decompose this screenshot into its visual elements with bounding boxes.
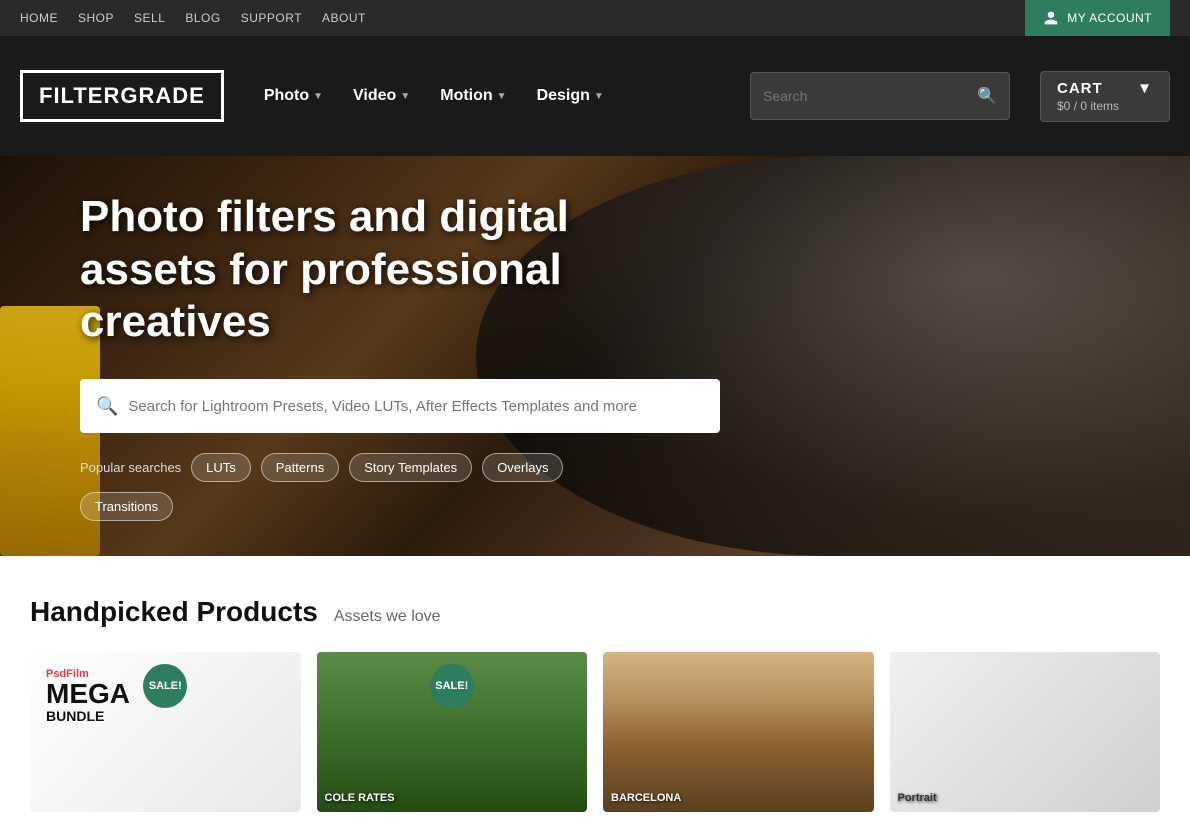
header: FILTERGRADE Photo ▼ Video ▼ Motion ▼ Des…: [0, 36, 1190, 156]
tag-luts[interactable]: LUTs: [191, 453, 251, 482]
product-card-3[interactable]: BARCELONA: [603, 652, 874, 812]
products-header: Handpicked Products Assets we love: [30, 596, 1160, 628]
cart-price: $0: [1057, 99, 1070, 113]
products-subtitle: Assets we love: [334, 608, 441, 626]
top-nav: HOME SHOP SELL BLOG SUPPORT ABOUT: [20, 11, 366, 25]
cart-top: CART ▼: [1057, 80, 1153, 97]
nav-motion[interactable]: Motion ▼: [430, 79, 516, 113]
cart-box[interactable]: CART ▼ $0 / 0 items: [1040, 71, 1170, 122]
hero-search-input[interactable]: [128, 398, 704, 415]
product-card-4[interactable]: Portrait: [890, 652, 1161, 812]
nav-support[interactable]: SUPPORT: [241, 11, 302, 25]
main-nav: Photo ▼ Video ▼ Motion ▼ Design ▼: [254, 79, 720, 113]
hero-section: Photo filters and digital assets for pro…: [0, 156, 1190, 556]
cart-label: CART: [1057, 80, 1103, 97]
nav-photo[interactable]: Photo ▼: [254, 79, 333, 113]
user-icon: [1043, 10, 1059, 26]
card-3-label: BARCELONA: [611, 792, 681, 804]
logo-box[interactable]: FILTERGRADE: [20, 70, 224, 122]
chevron-down-icon: ▼: [313, 91, 323, 102]
tag-story-templates[interactable]: Story Templates: [349, 453, 472, 482]
sale-badge-1: SALE!: [143, 664, 187, 708]
nav-sell[interactable]: SELL: [134, 11, 165, 25]
popular-label: Popular searches: [80, 460, 181, 475]
nav-design[interactable]: Design ▼: [527, 79, 614, 113]
cart-chevron: ▼: [1137, 80, 1153, 97]
tag-patterns[interactable]: Patterns: [261, 453, 339, 482]
popular-searches: Popular searches LUTs Patterns Story Tem…: [80, 453, 620, 521]
nav-about[interactable]: ABOUT: [322, 11, 366, 25]
header-search-input[interactable]: [763, 88, 977, 104]
product-card-1[interactable]: SALE! PsdFilm MEGA BUNDLE: [30, 652, 301, 812]
tag-transitions[interactable]: Transitions: [80, 492, 173, 521]
hero-content: Photo filters and digital assets for pro…: [0, 156, 700, 556]
card-4-label: Portrait: [898, 792, 937, 804]
bundle-text: BUNDLE: [46, 708, 285, 724]
header-search-bar[interactable]: 🔍: [750, 72, 1010, 120]
card-2-label: COLE RATES: [325, 792, 395, 804]
products-title: Handpicked Products: [30, 596, 318, 628]
chevron-down-icon: ▼: [497, 91, 507, 102]
hero-title: Photo filters and digital assets for pro…: [80, 191, 620, 349]
logo: FILTERGRADE: [39, 83, 205, 109]
nav-blog[interactable]: BLOG: [185, 11, 220, 25]
products-section: Handpicked Products Assets we love SALE!…: [0, 556, 1190, 832]
cart-bottom: $0 / 0 items: [1057, 99, 1153, 113]
hero-search-bar[interactable]: 🔍: [80, 379, 720, 433]
header-search-button[interactable]: 🔍: [977, 86, 997, 106]
chevron-down-icon: ▼: [594, 91, 604, 102]
products-grid: SALE! PsdFilm MEGA BUNDLE SALE! COLE RAT…: [30, 652, 1160, 812]
chevron-down-icon: ▼: [400, 91, 410, 102]
nav-video[interactable]: Video ▼: [343, 79, 420, 113]
my-account-label: MY ACCOUNT: [1067, 11, 1152, 25]
sale-badge-2: SALE!: [430, 664, 474, 708]
nav-home[interactable]: HOME: [20, 11, 58, 25]
my-account-button[interactable]: MY ACCOUNT: [1025, 0, 1170, 36]
cart-items: / 0 items: [1074, 99, 1119, 113]
top-bar: HOME SHOP SELL BLOG SUPPORT ABOUT MY ACC…: [0, 0, 1190, 36]
tag-overlays[interactable]: Overlays: [482, 453, 563, 482]
search-icon: 🔍: [96, 396, 118, 417]
product-card-2[interactable]: SALE! COLE RATES: [317, 652, 588, 812]
nav-shop[interactable]: SHOP: [78, 11, 114, 25]
